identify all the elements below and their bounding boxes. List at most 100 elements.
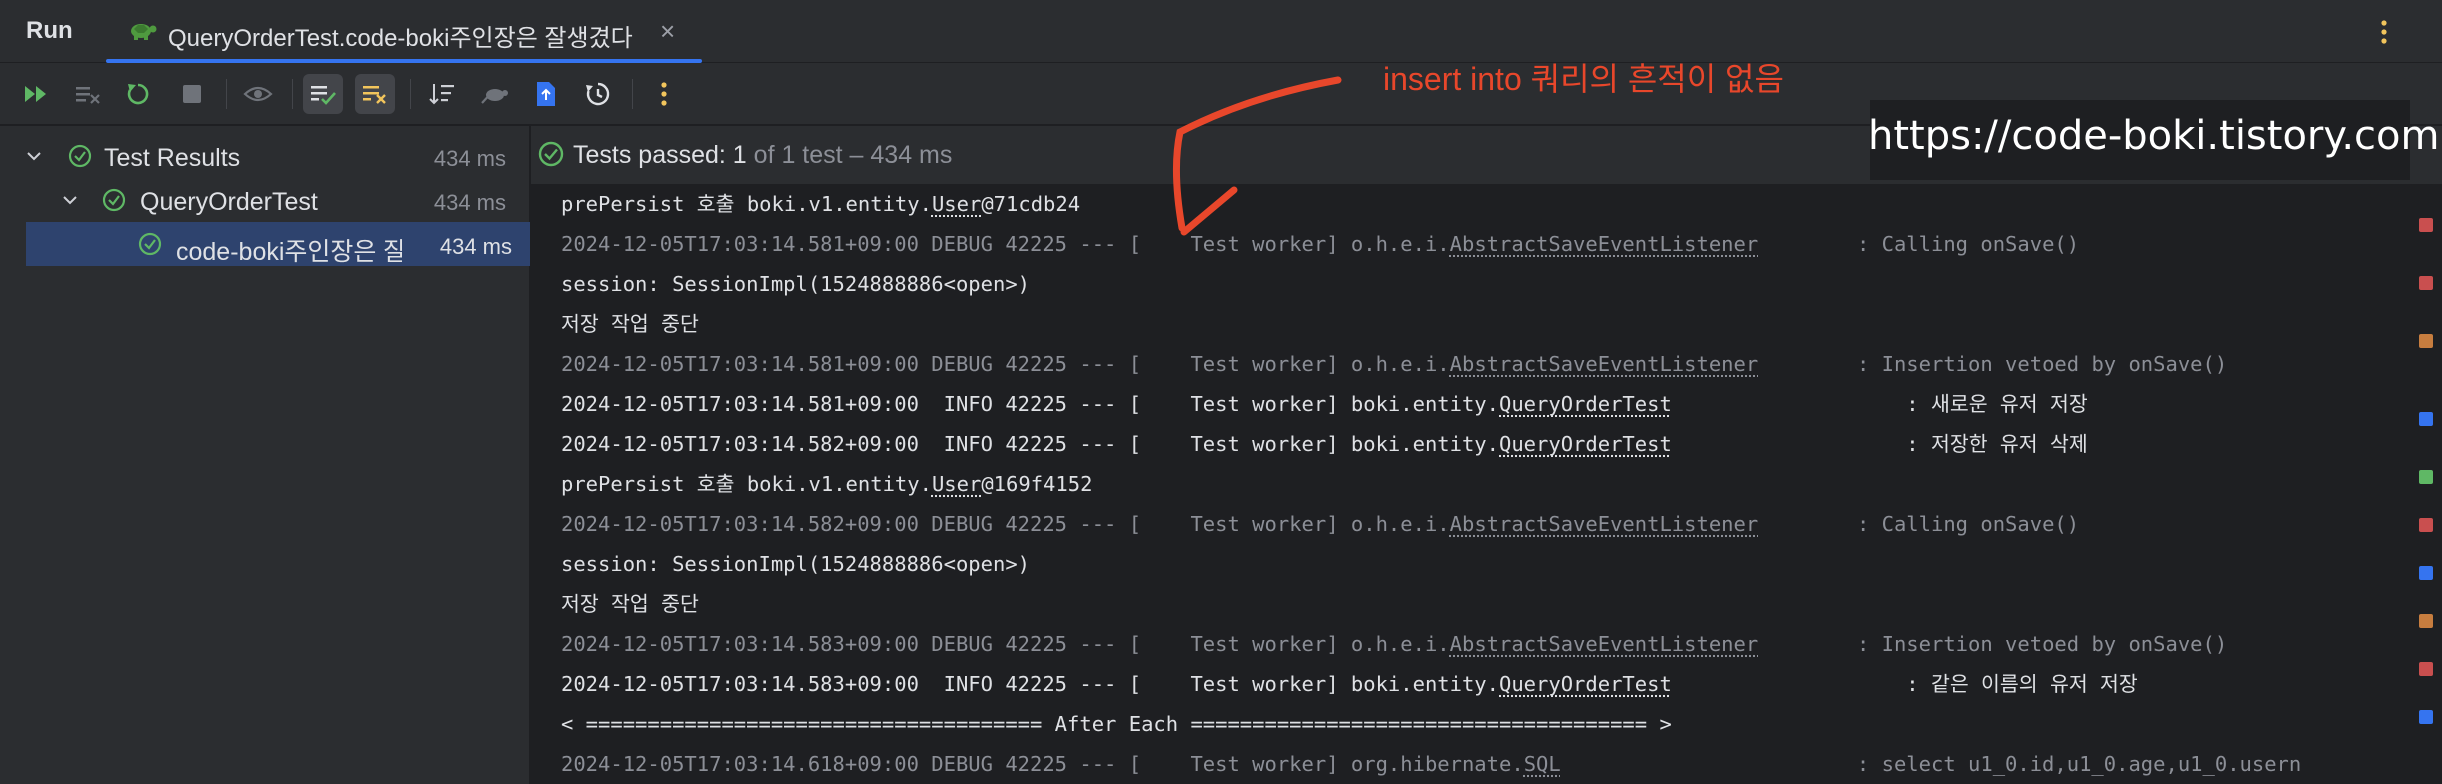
console-text: : Calling onSave(): [1758, 512, 2080, 536]
console-line: 2024-12-05T17:03:14.581+09:00 DEBUG 4222…: [561, 349, 2227, 379]
console-text: : select u1_0.id,u1_0.age,u1_0.usern: [1560, 752, 2302, 776]
chevron-down-icon[interactable]: [26, 148, 42, 164]
console-text: 2024-12-05T17:03:14.581+09:00 DEBUG 4222…: [561, 232, 1450, 256]
tree-item-queryordertest[interactable]: QueryOrderTest 434 ms: [26, 178, 530, 222]
console-text: 2024-12-05T17:03:14.582+09:00 DEBUG 4222…: [561, 512, 1450, 536]
console-text: : Insertion vetoed by onSave(): [1758, 632, 2228, 656]
show-passed-button[interactable]: [238, 74, 278, 114]
toolbar-separator: [292, 79, 293, 109]
console-line: 2024-12-05T17:03:14.583+09:00 INFO 42225…: [561, 669, 2138, 699]
test-results-tree: Test Results 434 ms QueryOrderTest 434 m…: [0, 126, 530, 784]
class-link[interactable]: User: [932, 192, 981, 216]
gutter-marker: [2419, 470, 2433, 484]
gutter-marker: [2419, 566, 2433, 580]
console-text: : Calling onSave(): [1758, 232, 2080, 256]
class-link[interactable]: SQL: [1524, 752, 1561, 776]
sort-button[interactable]: [422, 74, 462, 114]
console-output[interactable]: prePersist 호출 boki.v1.entity.User@71cdb2…: [531, 184, 2411, 784]
tests-passed-summary: Tests passed: 1 of 1 test – 434 ms: [573, 141, 952, 170]
show-passed-toggle-icon: [311, 86, 336, 105]
tree-item-label: code-boki주인장은 잘: [176, 238, 402, 266]
stop-button[interactable]: [172, 74, 212, 114]
console-line: 저장 작업 중단: [561, 309, 699, 339]
class-link[interactable]: QueryOrderTest: [1499, 432, 1672, 456]
gutter-marker: [2419, 614, 2433, 628]
show-passed-toggle[interactable]: [303, 74, 343, 114]
tool-window-header: Run QueryOrderTest.code-boki주인장은 잘생겼다 ×: [0, 0, 2442, 63]
tree-item-label: QueryOrderTest: [140, 188, 318, 216]
console-text: 2024-12-05T17:03:14.581+09:00 INFO 42225…: [561, 392, 1499, 416]
console-line: < ===================================== …: [561, 709, 1672, 739]
console-text: session: SessionImpl(1524888886<open>): [561, 552, 1030, 576]
rerun-failed-button[interactable]: [68, 74, 108, 114]
console-text: session: SessionImpl(1524888886<open>): [561, 272, 1030, 296]
console-text: : 저장한 유저 삭제: [1671, 432, 2088, 456]
class-link[interactable]: AbstractSaveEventListener: [1450, 232, 1759, 256]
import-tests-button[interactable]: [474, 74, 514, 114]
gutter-marker: [2419, 710, 2433, 724]
console-line: 저장 작업 중단: [561, 589, 699, 619]
console-line: 2024-12-05T17:03:14.582+09:00 INFO 42225…: [561, 429, 2088, 459]
class-link[interactable]: QueryOrderTest: [1499, 392, 1672, 416]
more-vertical-icon[interactable]: [2374, 14, 2394, 50]
console-text: @71cdb24: [981, 192, 1081, 216]
class-link[interactable]: User: [932, 472, 981, 496]
run-tool-window-title: Run: [26, 17, 73, 44]
console-text: : 같은 이름의 유저 저장: [1671, 672, 2138, 696]
gutter-marker: [2419, 518, 2433, 532]
class-link[interactable]: AbstractSaveEventListener: [1450, 352, 1759, 376]
tree-item-label: Test Results: [104, 144, 241, 172]
turtle-icon: [131, 24, 157, 40]
toolbar-separator: [226, 79, 227, 109]
gutter-marker: [2419, 218, 2433, 232]
chevron-down-icon[interactable]: [62, 192, 78, 208]
rerun-failed-icon: [76, 87, 100, 104]
run-configuration-tab[interactable]: QueryOrderTest.code-boki주인장은 잘생겼다 ×: [106, 0, 702, 63]
class-link[interactable]: AbstractSaveEventListener: [1450, 512, 1759, 536]
console-line: 2024-12-05T17:03:14.618+09:00 DEBUG 4222…: [561, 749, 2301, 779]
console-line: prePersist 호출 boki.v1.entity.User@169f41…: [561, 469, 1092, 499]
console-line: 2024-12-05T17:03:14.582+09:00 DEBUG 4222…: [561, 509, 2079, 539]
show-ignored-toggle[interactable]: [355, 74, 395, 114]
console-text: @169f4152: [981, 472, 1093, 496]
console-text: prePersist 호출 boki.v1.entity.: [561, 472, 932, 496]
export-button[interactable]: [526, 74, 566, 114]
tab-close-icon[interactable]: ×: [660, 16, 675, 47]
gutter-marker: [2419, 334, 2433, 348]
history-icon: [586, 82, 610, 106]
console-line: session: SessionImpl(1524888886<open>): [561, 549, 1030, 579]
gutter-marker: [2419, 276, 2433, 290]
console-text: 저장 작업 중단: [561, 592, 699, 616]
class-link[interactable]: AbstractSaveEventListener: [1450, 632, 1759, 656]
show-ignored-toggle-icon: [363, 86, 386, 104]
stop-icon: [183, 85, 201, 103]
tree-item-test-results[interactable]: Test Results 434 ms: [26, 134, 530, 178]
rerun-all-icon: [25, 86, 46, 102]
tree-item-duration: 434 ms: [439, 234, 512, 259]
test-passed-icon: [538, 141, 564, 167]
show-passed-icon: [243, 86, 273, 102]
test-passed-icon: [68, 144, 92, 168]
history-button[interactable]: [578, 74, 618, 114]
tree-item-duration: 434 ms: [433, 146, 506, 171]
tab-label: QueryOrderTest.code-boki주인장은 잘생겼다: [168, 25, 633, 52]
class-link[interactable]: QueryOrderTest: [1499, 672, 1672, 696]
tests-passed-count: Tests passed: 1: [573, 141, 747, 169]
tree-item-test-method[interactable]: code-boki주인장은 잘 434 ms: [26, 222, 530, 266]
sort-icon: [429, 84, 454, 105]
console-line: prePersist 호출 boki.v1.entity.User@71cdb2…: [561, 189, 1080, 219]
blog-watermark: https://code-boki.tistory.com: [1868, 113, 2440, 159]
tests-passed-detail: of 1 test – 434 ms: [746, 141, 953, 169]
tree-item-duration: 434 ms: [433, 190, 506, 215]
more-actions-button[interactable]: [644, 74, 684, 114]
console-text: : 새로운 유저 저장: [1671, 392, 2088, 416]
console-text: 2024-12-05T17:03:14.581+09:00 DEBUG 4222…: [561, 352, 1450, 376]
console-side-gutter: [2411, 184, 2442, 784]
test-passed-icon: [102, 188, 126, 212]
rerun-button[interactable]: [118, 74, 158, 114]
toolbar-separator: [410, 79, 411, 109]
console-text: 저장 작업 중단: [561, 312, 699, 336]
console-line: 2024-12-05T17:03:14.583+09:00 DEBUG 4222…: [561, 629, 2227, 659]
console-text: < ===================================== …: [561, 712, 1672, 736]
rerun-all-button[interactable]: [16, 74, 56, 114]
